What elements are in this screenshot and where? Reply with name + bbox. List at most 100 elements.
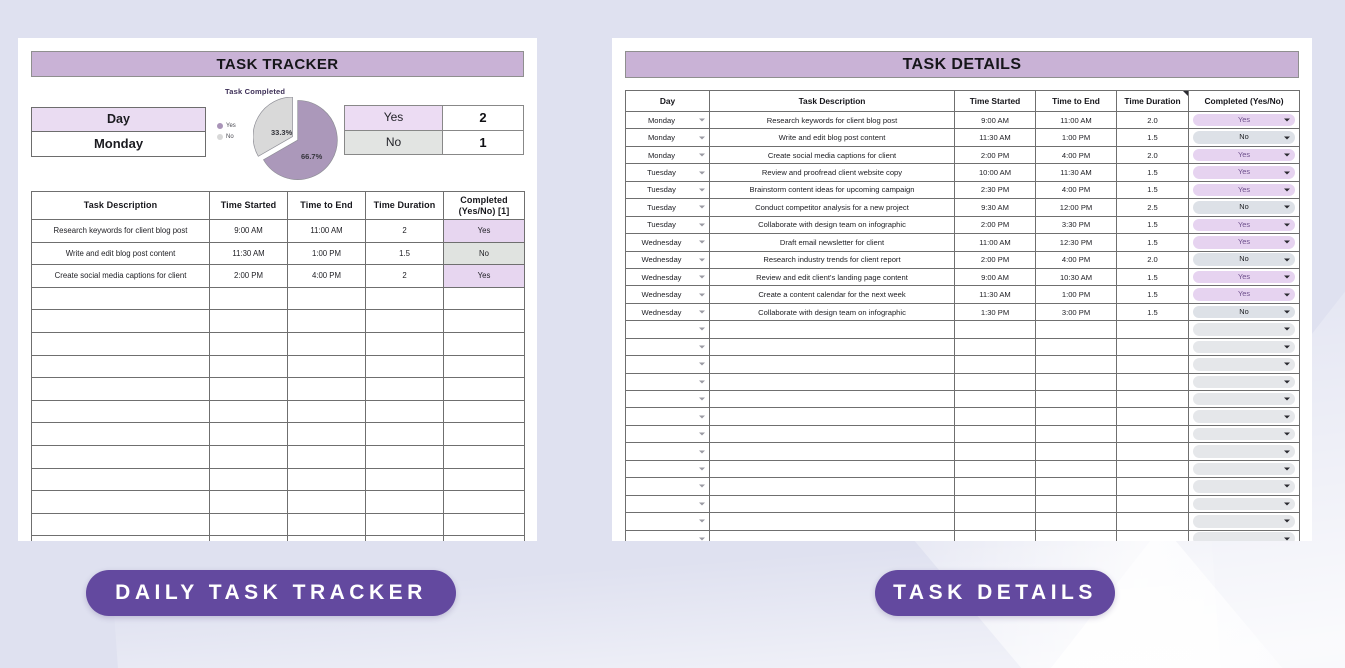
- cell-task[interactable]: Conduct competitor analysis for a new pr…: [709, 198, 955, 217]
- completed-dropdown[interactable]: No: [1193, 131, 1295, 144]
- cell-empty[interactable]: [365, 422, 444, 446]
- cell-empty[interactable]: [31, 286, 210, 311]
- completed-dropdown[interactable]: [1193, 410, 1295, 423]
- cell-start[interactable]: [954, 337, 1036, 357]
- day-dropdown[interactable]: [625, 372, 710, 392]
- day-dropdown[interactable]: [625, 320, 710, 339]
- cell-duration[interactable]: 1.5: [1116, 233, 1189, 252]
- cell-duration[interactable]: [1116, 407, 1189, 426]
- day-dropdown[interactable]: [625, 494, 710, 514]
- cell-empty[interactable]: [287, 490, 366, 514]
- cell-empty[interactable]: [365, 512, 444, 537]
- cell-empty[interactable]: [443, 512, 525, 537]
- cell-empty[interactable]: [365, 331, 444, 356]
- cell-end[interactable]: [1035, 494, 1117, 514]
- completed-dropdown[interactable]: Yes: [1193, 270, 1295, 284]
- cell-empty[interactable]: [443, 535, 525, 541]
- day-dropdown[interactable]: [625, 512, 710, 531]
- cell-end[interactable]: [1035, 389, 1117, 409]
- cell-empty[interactable]: [209, 309, 288, 333]
- cell-empty[interactable]: [365, 286, 444, 311]
- cell-empty[interactable]: [443, 422, 525, 446]
- cell-task[interactable]: [709, 407, 955, 426]
- cell-task[interactable]: Create social media captions for client: [31, 264, 210, 288]
- cell-start[interactable]: 11:30 AM: [954, 285, 1036, 304]
- completed-dropdown[interactable]: [1193, 392, 1295, 406]
- cell-duration[interactable]: 2.0: [1116, 145, 1189, 165]
- cell-duration[interactable]: [1116, 355, 1189, 374]
- cell-empty[interactable]: [287, 399, 366, 424]
- cell-empty[interactable]: [209, 444, 288, 469]
- cell-duration[interactable]: [1116, 442, 1189, 461]
- cell-end[interactable]: [1035, 529, 1117, 541]
- cell-completed[interactable]: No: [1188, 128, 1300, 147]
- cell-completed[interactable]: Yes: [1188, 215, 1300, 235]
- cell-start[interactable]: [954, 477, 1036, 496]
- cell-start[interactable]: [954, 407, 1036, 426]
- cell-end[interactable]: [1035, 512, 1117, 531]
- day-dropdown[interactable]: [625, 477, 710, 496]
- completed-dropdown[interactable]: Yes: [1193, 166, 1295, 179]
- day-dropdown[interactable]: Tuesday: [625, 163, 710, 182]
- completed-dropdown[interactable]: [1193, 340, 1295, 354]
- cell-empty[interactable]: [31, 444, 210, 469]
- cell-duration[interactable]: 2.0: [1116, 110, 1189, 130]
- cell-end[interactable]: 12:00 PM: [1035, 198, 1117, 217]
- cell-start[interactable]: [954, 529, 1036, 541]
- day-dropdown[interactable]: Wednesday: [625, 302, 710, 322]
- cell-empty[interactable]: [365, 309, 444, 333]
- day-dropdown[interactable]: [625, 529, 710, 541]
- cell-empty[interactable]: [287, 422, 366, 446]
- cell-duration[interactable]: [1116, 512, 1189, 531]
- cell-task[interactable]: [709, 442, 955, 461]
- cell-completed[interactable]: Yes: [1188, 163, 1300, 182]
- cell-empty[interactable]: [365, 535, 444, 541]
- cell-empty[interactable]: [443, 467, 525, 492]
- day-dropdown[interactable]: [625, 355, 710, 374]
- cell-completed[interactable]: [1188, 494, 1300, 514]
- cell-completed[interactable]: [1188, 372, 1300, 392]
- cell-empty[interactable]: [365, 377, 444, 401]
- cell-task[interactable]: [709, 529, 955, 541]
- cell-task[interactable]: Review and edit client's landing page co…: [709, 267, 955, 287]
- cell-end[interactable]: 11:00 AM: [287, 219, 366, 243]
- cell-start[interactable]: 11:30 AM: [954, 128, 1036, 147]
- cell-completed[interactable]: No: [1188, 198, 1300, 217]
- cell-empty[interactable]: [31, 535, 210, 541]
- cell-duration[interactable]: [1116, 389, 1189, 409]
- day-dropdown[interactable]: Tuesday: [625, 215, 710, 235]
- cell-duration[interactable]: [1116, 337, 1189, 357]
- cell-empty[interactable]: [287, 467, 366, 492]
- day-selector-value[interactable]: Monday: [32, 132, 205, 156]
- cell-empty[interactable]: [31, 399, 210, 424]
- cell-task[interactable]: Research keywords for client blog post: [709, 110, 955, 130]
- day-dropdown[interactable]: Wednesday: [625, 267, 710, 287]
- day-dropdown[interactable]: Tuesday: [625, 198, 710, 217]
- cell-start[interactable]: 9:00 AM: [209, 219, 288, 243]
- cell-end[interactable]: [1035, 424, 1117, 444]
- cell-start[interactable]: 1:30 PM: [954, 302, 1036, 322]
- completed-dropdown[interactable]: [1193, 375, 1295, 389]
- cell-duration[interactable]: 2: [365, 264, 444, 288]
- cell-duration[interactable]: 1.5: [1116, 267, 1189, 287]
- cell-task[interactable]: Write and edit blog post content: [709, 128, 955, 147]
- day-dropdown[interactable]: [625, 424, 710, 444]
- cell-duration[interactable]: 1.5: [1116, 215, 1189, 235]
- cell-duration[interactable]: [1116, 494, 1189, 514]
- cell-empty[interactable]: [209, 399, 288, 424]
- cell-empty[interactable]: [209, 490, 288, 514]
- completed-dropdown[interactable]: No: [1193, 253, 1295, 266]
- cell-completed[interactable]: [1188, 407, 1300, 426]
- cell-empty[interactable]: [31, 467, 210, 492]
- cell-completed[interactable]: No: [443, 241, 525, 266]
- day-dropdown[interactable]: Wednesday: [625, 250, 710, 269]
- cell-end[interactable]: [1035, 407, 1117, 426]
- cell-empty[interactable]: [287, 535, 366, 541]
- cell-task[interactable]: Collaborate with design team on infograp…: [709, 215, 955, 235]
- cell-empty[interactable]: [31, 422, 210, 446]
- cell-start[interactable]: [954, 320, 1036, 339]
- completed-dropdown[interactable]: Yes: [1193, 288, 1295, 301]
- cell-completed[interactable]: No: [1188, 302, 1300, 322]
- cell-start[interactable]: 11:30 AM: [209, 241, 288, 266]
- cell-duration[interactable]: 1.5: [365, 241, 444, 266]
